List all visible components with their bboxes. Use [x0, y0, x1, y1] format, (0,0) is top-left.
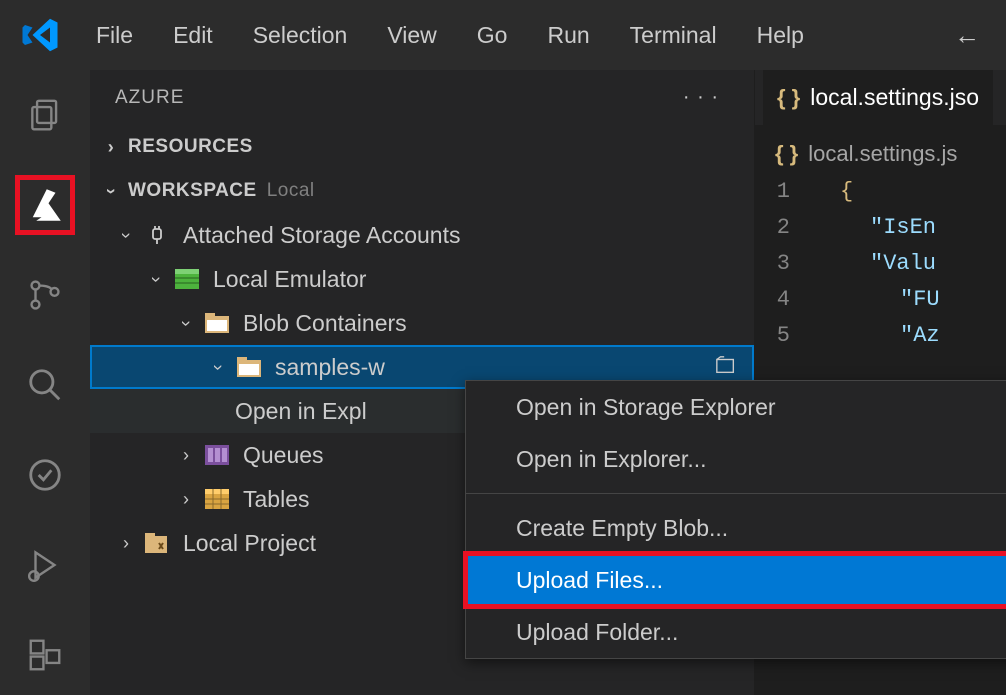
- chevron-down-icon: ›: [146, 268, 167, 290]
- section-label: RESOURCES: [128, 136, 253, 158]
- section-label: WORKSPACE: [128, 180, 257, 202]
- plug-icon: [143, 221, 171, 249]
- menu-help[interactable]: Help: [741, 14, 820, 57]
- line-number: 1: [755, 179, 810, 204]
- json-file-icon: { }: [775, 141, 798, 167]
- breadcrumb[interactable]: { } local.settings.js: [755, 135, 1006, 173]
- ctx-open-storage-explorer[interactable]: Open in Storage Explorer: [466, 381, 1006, 433]
- explorer-icon[interactable]: [15, 85, 75, 145]
- line-number: 3: [755, 251, 810, 276]
- code-line[interactable]: 4 "FU: [755, 281, 1006, 317]
- tree-label: Open in Expl: [235, 398, 367, 425]
- menu-view[interactable]: View: [371, 14, 452, 57]
- menu-go[interactable]: Go: [461, 14, 524, 57]
- folder-icon: [203, 309, 231, 337]
- menu-file[interactable]: File: [80, 14, 149, 57]
- back-arrow-icon[interactable]: ←: [938, 12, 996, 59]
- chevron-down-icon: ›: [176, 312, 197, 334]
- title-bar: File Edit Selection View Go Run Terminal…: [0, 0, 1006, 70]
- tree-attached-storage[interactable]: › Attached Storage Accounts: [90, 213, 754, 257]
- chevron-right-icon: ›: [100, 137, 122, 158]
- chevron-right-icon: ›: [115, 533, 137, 554]
- queues-icon: [203, 441, 231, 469]
- menu-terminal[interactable]: Terminal: [614, 14, 733, 57]
- vscode-logo-icon: [20, 15, 60, 55]
- chevron-right-icon: ›: [175, 445, 197, 466]
- tab-title: local.settings.jso: [810, 84, 979, 111]
- json-file-icon: { }: [777, 85, 800, 111]
- project-icon: [143, 529, 171, 557]
- chevron-right-icon: ›: [175, 489, 197, 510]
- testing-icon[interactable]: [15, 445, 75, 505]
- code-line[interactable]: 3 "Valu: [755, 245, 1006, 281]
- tree-local-emulator[interactable]: › Local Emulator: [90, 257, 754, 301]
- tree-blob-containers[interactable]: › Blob Containers: [90, 301, 754, 345]
- tree-label: Queues: [243, 442, 324, 469]
- section-suffix: Local: [267, 180, 315, 202]
- menu-selection[interactable]: Selection: [237, 14, 364, 57]
- sidebar-header: AZURE · · ·: [90, 70, 754, 125]
- chevron-down-icon: ›: [116, 224, 137, 246]
- ctx-upload-folder[interactable]: Upload Folder...: [466, 606, 1006, 658]
- editor-tabs: { } local.settings.jso: [755, 70, 1006, 125]
- tree-label: samples-w: [275, 354, 385, 381]
- ctx-open-explorer[interactable]: Open in Explorer...: [466, 433, 1006, 485]
- line-number: 2: [755, 215, 810, 240]
- more-actions-icon[interactable]: · · ·: [683, 86, 729, 109]
- context-menu: Open in Storage Explorer Open in Explore…: [465, 380, 1006, 659]
- extensions-icon[interactable]: [15, 625, 75, 685]
- source-control-icon[interactable]: [15, 265, 75, 325]
- tree-label: Tables: [243, 486, 309, 513]
- search-icon[interactable]: [15, 355, 75, 415]
- sidebar-panel: AZURE · · · › RESOURCES › WORKSPACE Loca…: [90, 70, 755, 695]
- menu-bar: File Edit Selection View Go Run Terminal…: [80, 14, 820, 57]
- new-folder-icon[interactable]: [715, 354, 737, 381]
- line-number: 5: [755, 323, 810, 348]
- storage-account-icon: [173, 265, 201, 293]
- tables-icon: [203, 485, 231, 513]
- folder-icon: [235, 353, 263, 381]
- code-line[interactable]: 5 "Az: [755, 317, 1006, 353]
- resources-section[interactable]: › RESOURCES: [90, 125, 754, 169]
- chevron-down-icon: ›: [208, 356, 229, 378]
- tree-label: Local Project: [183, 530, 316, 557]
- line-number: 4: [755, 287, 810, 312]
- run-debug-icon[interactable]: [15, 535, 75, 595]
- activity-bar: [0, 70, 90, 695]
- code-content: "FU: [810, 287, 940, 312]
- ctx-upload-files[interactable]: Upload Files...: [466, 554, 1006, 606]
- sidebar-title: AZURE: [115, 87, 184, 109]
- menu-run[interactable]: Run: [531, 14, 605, 57]
- code-line[interactable]: 1 {: [755, 173, 1006, 209]
- menu-edit[interactable]: Edit: [157, 14, 229, 57]
- code-content: "IsEn: [810, 215, 936, 240]
- code-line[interactable]: 2 "IsEn: [755, 209, 1006, 245]
- breadcrumb-label: local.settings.js: [808, 141, 957, 167]
- code-content: {: [810, 179, 853, 204]
- code-content: "Az: [810, 323, 940, 348]
- tree-label: Blob Containers: [243, 310, 407, 337]
- editor-tab-active[interactable]: { } local.settings.jso: [763, 70, 993, 125]
- azure-icon[interactable]: [15, 175, 75, 235]
- ctx-create-blob[interactable]: Create Empty Blob...: [466, 502, 1006, 554]
- tree-label: Attached Storage Accounts: [183, 222, 460, 249]
- code-content: "Valu: [810, 251, 936, 276]
- workspace-section[interactable]: › WORKSPACE Local: [90, 169, 754, 213]
- separator: [466, 493, 1006, 494]
- tree-label: Local Emulator: [213, 266, 366, 293]
- chevron-down-icon: ›: [101, 180, 122, 202]
